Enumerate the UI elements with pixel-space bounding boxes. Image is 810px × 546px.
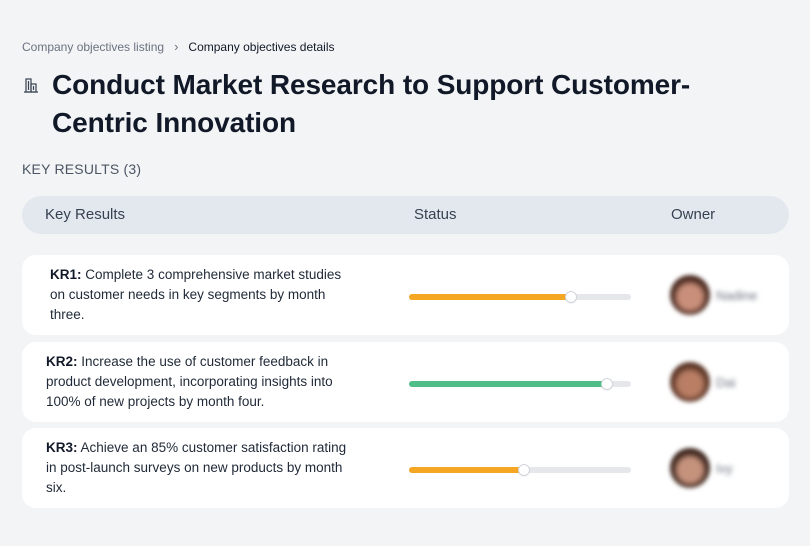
- key-results-count-label: KEY RESULTS (3): [22, 161, 142, 177]
- key-result-description: KR3: Achieve an 85% customer satisfactio…: [46, 438, 356, 498]
- building-icon: [24, 78, 38, 93]
- table-row[interactable]: KR1: Complete 3 comprehensive market stu…: [22, 255, 789, 335]
- key-result-text: Complete 3 comprehensive market studies …: [50, 267, 342, 322]
- progress-bar: [409, 292, 631, 302]
- key-result-code: KR3:: [46, 440, 78, 455]
- owner-name: Nadine: [716, 287, 758, 303]
- key-result-code: KR1:: [50, 267, 82, 282]
- key-result-text: Achieve an 85% customer satisfaction rat…: [46, 440, 347, 495]
- progress-bar-fill: [409, 381, 607, 387]
- table-header: Key Results Status Owner: [22, 196, 789, 234]
- avatar: [670, 275, 710, 315]
- column-header-owner: Owner: [671, 206, 716, 223]
- progress-handle[interactable]: [601, 379, 612, 389]
- key-result-text: Increase the use of customer feedback in…: [46, 354, 333, 409]
- progress-bar: [409, 465, 631, 475]
- key-result-code: KR2:: [46, 354, 78, 369]
- column-header-status: Status: [414, 206, 457, 223]
- progress-bar-fill: [409, 294, 572, 300]
- progress-handle[interactable]: [519, 465, 530, 475]
- progress-bar-fill: [409, 467, 525, 473]
- avatar: [670, 362, 710, 402]
- table-row[interactable]: KR2: Increase the use of customer feedba…: [22, 342, 789, 422]
- chevron-right-icon: ›: [174, 39, 179, 54]
- owner-name: Dai: [716, 374, 736, 390]
- breadcrumb: Company objectives listing › Company obj…: [22, 39, 335, 55]
- progress-handle[interactable]: [566, 292, 577, 302]
- owner-name: Ivy: [716, 460, 733, 476]
- owner[interactable]: Ivy: [670, 448, 733, 488]
- table-row[interactable]: KR3: Achieve an 85% customer satisfactio…: [22, 428, 789, 508]
- page: Company objectives listing › Company obj…: [0, 0, 810, 546]
- key-result-description: KR2: Increase the use of customer feedba…: [46, 352, 366, 412]
- breadcrumb-link-objectives-listing[interactable]: Company objectives listing: [22, 40, 164, 54]
- avatar: [670, 448, 710, 488]
- column-header-key-results: Key Results: [45, 206, 126, 223]
- breadcrumb-current: Company objectives details: [188, 40, 335, 54]
- owner[interactable]: Dai: [670, 362, 736, 402]
- progress-bar: [409, 379, 631, 389]
- key-result-description: KR1: Complete 3 comprehensive market stu…: [50, 265, 350, 325]
- owner[interactable]: Nadine: [670, 275, 757, 315]
- page-title: Conduct Market Research to Support Custo…: [52, 69, 691, 138]
